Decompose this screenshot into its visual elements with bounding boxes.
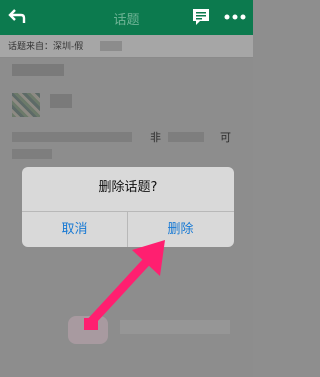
topic-source-bar: 话题来自：深圳-假 (0, 35, 253, 58)
blurred-image (68, 316, 108, 344)
top-nav-bar: 话题 (0, 0, 253, 35)
delete-button[interactable]: 删除 (128, 212, 233, 247)
more-dots-icon[interactable] (224, 10, 246, 24)
blurred-text (120, 320, 230, 334)
content-fragment: 非 (150, 131, 161, 144)
blurred-text (12, 149, 52, 159)
page-title: 话题 (113, 13, 140, 28)
blurred-text (100, 41, 122, 51)
blurred-text (12, 64, 64, 76)
blurred-text (50, 94, 72, 108)
content-fragment: 可 (220, 131, 231, 144)
chat-bubble-icon[interactable] (192, 8, 210, 26)
cancel-button[interactable]: 取消 (22, 212, 127, 247)
blurred-text (168, 132, 204, 142)
delete-topic-dialog: 删除话题? 取消 删除 (22, 167, 234, 247)
avatar-image (12, 93, 40, 117)
dialog-title: 删除话题? (98, 180, 158, 195)
blurred-text (12, 132, 132, 142)
topic-source-text: 话题来自：深圳-假 (8, 42, 84, 52)
